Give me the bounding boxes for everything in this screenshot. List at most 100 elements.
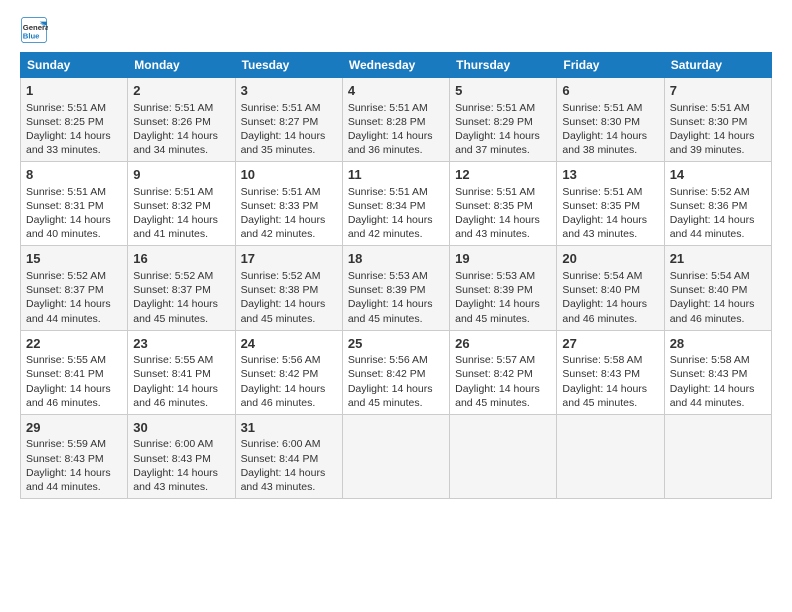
calendar-cell: 1Sunrise: 5:51 AMSunset: 8:25 PMDaylight… [21,78,128,162]
sunrise-text: Sunrise: 5:55 AM [26,354,106,366]
calendar-cell: 24Sunrise: 5:56 AMSunset: 8:42 PMDayligh… [235,330,342,414]
day-number: 19 [455,250,551,268]
week-row-2: 8Sunrise: 5:51 AMSunset: 8:31 PMDaylight… [21,162,772,246]
sunrise-text: Sunrise: 5:52 AM [241,270,321,282]
sunrise-text: Sunrise: 5:56 AM [241,354,321,366]
day-number: 1 [26,82,122,100]
daylight-text: Daylight: 14 hours [348,130,433,142]
sunset-text: Sunset: 8:43 PM [562,368,640,380]
day-number: 15 [26,250,122,268]
day-header-saturday: Saturday [664,53,771,78]
day-number: 5 [455,82,551,100]
sunset-text: Sunset: 8:33 PM [241,200,319,212]
calendar-cell: 18 Sunrise: 5:53 AM Sunset: 8:39 PM Dayligh… [342,246,449,330]
logo: General Blue [20,16,48,44]
daylight-text: Daylight: 14 hours [348,383,433,395]
daylight-text: Daylight: 14 hours [348,214,433,226]
day-number: 12 [455,166,551,184]
calendar-cell: 10Sunrise: 5:51 AMSunset: 8:33 PMDayligh… [235,162,342,246]
daylight-mins: and 46 minutes. [133,397,208,409]
day-number: 14 [670,166,766,184]
calendar-cell [342,414,449,498]
day-number: 9 [133,166,229,184]
sunset-text: Sunset: 8:42 PM [455,368,533,380]
sunrise-text: Sunrise: 5:51 AM [133,186,213,198]
daylight-mins: and 36 minutes. [348,144,423,156]
sunset-text: Sunset: 8:41 PM [26,368,104,380]
daylight-mins: and 45 minutes. [241,313,316,325]
sunrise-text: Sunrise: 6:00 AM [133,438,213,450]
daylight-text: Daylight: 14 hours [348,298,433,310]
daylight-mins: and 34 minutes. [133,144,208,156]
calendar-cell: 14Sunrise: 5:52 AMSunset: 8:36 PMDayligh… [664,162,771,246]
calendar-cell: 30Sunrise: 6:00 AMSunset: 8:43 PMDayligh… [128,414,235,498]
calendar-cell: 26Sunrise: 5:57 AMSunset: 8:42 PMDayligh… [450,330,557,414]
day-number: 10 [241,166,337,184]
sunrise-text: Sunrise: 5:54 AM [670,270,750,282]
daylight-text: Daylight: 14 hours [562,214,647,226]
sunrise-text: Sunrise: 5:58 AM [670,354,750,366]
calendar-cell: 8Sunrise: 5:51 AMSunset: 8:31 PMDaylight… [21,162,128,246]
day-header-monday: Monday [128,53,235,78]
daylight-text: Daylight: 14 hours [455,298,540,310]
sunset-text: Sunset: 8:44 PM [241,453,319,465]
sunrise-text: Sunrise: 5:51 AM [348,102,428,114]
daylight-mins: and 37 minutes. [455,144,530,156]
daylight-mins: and 45 minutes. [455,397,530,409]
calendar-cell: 5Sunrise: 5:51 AMSunset: 8:29 PMDaylight… [450,78,557,162]
daylight-text: Daylight: 14 hours [241,130,326,142]
daylight-mins: and 46 minutes. [26,397,101,409]
day-number: 24 [241,335,337,353]
daylight-text: Daylight: 14 hours [455,383,540,395]
calendar-table: SundayMondayTuesdayWednesdayThursdayFrid… [20,52,772,499]
day-number: 29 [26,419,122,437]
sunset-text: Sunset: 8:31 PM [26,200,104,212]
daylight-mins: and 33 minutes. [26,144,101,156]
daylight-text: Daylight: 14 hours [133,130,218,142]
sunset-text: Sunset: 8:30 PM [562,116,640,128]
calendar-cell: 6Sunrise: 5:51 AMSunset: 8:30 PMDaylight… [557,78,664,162]
calendar-cell: 4Sunrise: 5:51 AMSunset: 8:28 PMDaylight… [342,78,449,162]
calendar-cell: 13Sunrise: 5:51 AMSunset: 8:35 PMDayligh… [557,162,664,246]
sunset-text: Sunset: 8:30 PM [670,116,748,128]
sunset-text: Sunset: 8:27 PM [241,116,319,128]
sunset-text: Sunset: 8:37 PM [26,284,104,296]
daylight-text: Daylight: 14 hours [562,383,647,395]
daylight-text: Daylight: 14 hours [562,130,647,142]
day-number: 3 [241,82,337,100]
sunset-text: Sunset: 8:40 PM [562,284,640,296]
daylight-mins: and 44 minutes. [670,397,745,409]
day-number: 2 [133,82,229,100]
sunrise-text: Sunrise: 5:51 AM [455,186,535,198]
calendar-cell: 19Sunrise: 5:53 AMSunset: 8:39 PMDayligh… [450,246,557,330]
calendar-header-row: SundayMondayTuesdayWednesdayThursdayFrid… [21,53,772,78]
sunrise-text: Sunrise: 5:53 AM [348,270,428,282]
page: General Blue SundayMondayTuesdayWednesda… [0,0,792,612]
sunrise-text: Sunrise: 5:51 AM [348,186,428,198]
day-number: 18 [348,250,444,268]
day-number: 28 [670,335,766,353]
daylight-text: Daylight: 14 hours [26,467,111,479]
daylight-text: Daylight: 14 hours [455,214,540,226]
daylight-text: Daylight: 14 hours [241,467,326,479]
calendar-cell: 16Sunrise: 5:52 AMSunset: 8:37 PMDayligh… [128,246,235,330]
sunset-text: Sunset: 8:29 PM [455,116,533,128]
sunrise-text: Sunrise: 5:59 AM [26,438,106,450]
calendar-cell: 27Sunrise: 5:58 AMSunset: 8:43 PMDayligh… [557,330,664,414]
svg-text:Blue: Blue [23,31,40,40]
sunset-text: Sunset: 8:26 PM [133,116,211,128]
daylight-mins: and 44 minutes. [26,481,101,493]
day-number: 30 [133,419,229,437]
day-number: 13 [562,166,658,184]
daylight-text: Daylight: 14 hours [241,298,326,310]
logo-icon: General Blue [20,16,48,44]
sunset-text: Sunset: 8:25 PM [26,116,104,128]
daylight-mins: and 41 minutes. [133,228,208,240]
sunrise-text: Sunrise: 5:52 AM [26,270,106,282]
sunset-text: Sunset: 8:39 PM [348,284,426,296]
daylight-mins: and 46 minutes. [670,313,745,325]
calendar-cell [664,414,771,498]
sunrise-text: Sunrise: 5:57 AM [455,354,535,366]
sunrise-text: Sunrise: 5:56 AM [348,354,428,366]
daylight-mins: and 39 minutes. [670,144,745,156]
